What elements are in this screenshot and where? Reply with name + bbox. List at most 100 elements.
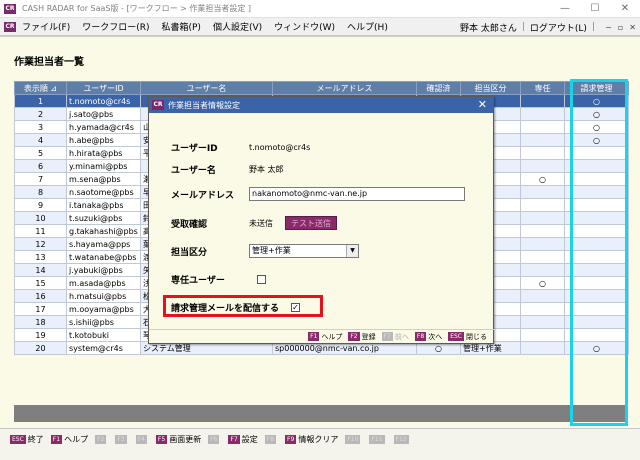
cell-dedicated — [520, 224, 565, 238]
maximize-icon[interactable]: ☐ — [580, 0, 610, 18]
confirm-row: 受取確認 未送信 テスト送信 — [171, 216, 337, 230]
status-key-f5[interactable]: F5 画面更新 — [155, 434, 201, 445]
user-id-row: ユーザーID t.nomoto@cr4s — [171, 141, 310, 154]
col-user-name[interactable]: ユーザー名 — [140, 81, 273, 95]
window-titlebar: CR CASH RADAR for SaaS版 - [ワークフロー > 作業担当… — [0, 0, 640, 18]
cell-user-id: t.watanabe@pbs — [66, 250, 141, 264]
separator: | — [591, 22, 595, 32]
menu-bar: CR ファイル(F) ワークフロー(R) 私書箱(P) 個人設定(V) ウィンド… — [0, 18, 640, 36]
menu-mailbox[interactable]: 私書箱(P) — [161, 20, 200, 33]
function-key-badge: F1 — [50, 435, 63, 444]
menu-file[interactable]: ファイル(F) — [22, 20, 70, 33]
menu-help[interactable]: ヘルプ(H) — [347, 20, 388, 33]
function-key-label: 前へ — [394, 332, 409, 341]
status-key-f12: F12 — [393, 435, 411, 444]
email-label: メールアドレス — [171, 190, 235, 201]
user-name-value: 野本 太郎 — [249, 165, 284, 174]
cell-order: 14 — [14, 263, 67, 277]
cell-order: 17 — [14, 302, 67, 316]
cell-order: 12 — [14, 237, 67, 251]
col-email[interactable]: メールアドレス — [272, 81, 417, 95]
col-role[interactable]: 担当区分 — [460, 81, 521, 95]
cell-user-id: m.sena@pbs — [66, 172, 141, 186]
chevron-down-icon[interactable]: ▼ — [346, 245, 358, 257]
function-key-label: 終了 — [27, 435, 44, 444]
dialog-key-f2[interactable]: F2 登録 — [348, 332, 376, 342]
menu-window[interactable]: ウィンドウ(W) — [274, 20, 335, 33]
mdi-close-icon[interactable]: ✕ — [629, 23, 636, 32]
mdi-restore-icon[interactable]: ▫ — [618, 23, 623, 32]
status-key-f7[interactable]: F7 設定 — [228, 434, 258, 445]
col-user-id[interactable]: ユーザーID — [66, 81, 141, 95]
cell-order: 3 — [14, 120, 67, 134]
role-select[interactable]: 管理+作業 ▼ — [249, 244, 359, 258]
cell-order: 8 — [14, 185, 67, 199]
minimize-icon[interactable]: — — [550, 0, 580, 18]
function-key-label: 設定 — [241, 435, 258, 444]
billing-column-highlight — [570, 79, 628, 426]
cell-order: 16 — [14, 289, 67, 303]
logout-link[interactable]: ログアウト(L) — [530, 21, 587, 34]
cell-dedicated — [520, 302, 565, 316]
col-dedicated[interactable]: 専任 — [520, 81, 565, 95]
confirm-status: 未送信 — [249, 218, 273, 228]
dedicated-checkbox[interactable] — [257, 275, 266, 284]
function-key-label: 閉じる — [466, 332, 487, 341]
cell-order: 15 — [14, 276, 67, 290]
cell-user-id: t.kotobuki — [66, 328, 141, 342]
dialog-key-f8[interactable]: F8 次へ — [414, 332, 442, 342]
dialog-key-f1[interactable]: F1 ヘルプ — [308, 332, 342, 342]
app-menu-icon[interactable]: CR — [4, 21, 16, 32]
function-key-badge: F5 — [155, 435, 168, 444]
menu-personal-settings[interactable]: 個人設定(V) — [213, 20, 262, 33]
cell-user-id: t.suzuki@pbs — [66, 211, 141, 225]
test-send-button[interactable]: テスト送信 — [285, 216, 337, 230]
cell-dedicated: ○ — [520, 172, 565, 186]
function-key-label: 情報クリア — [298, 435, 339, 444]
dialog-key-f7: F7 前へ — [381, 332, 409, 342]
status-key-f9[interactable]: F9 情報クリア — [285, 434, 338, 445]
status-key-f1[interactable]: F1 ヘルプ — [50, 434, 89, 445]
email-field[interactable]: nakanomoto@nmc-van.ne.jp — [249, 187, 465, 201]
cell-order: 4 — [14, 133, 67, 147]
table-empty-area — [14, 405, 628, 422]
cell-user-id: system@cr4s — [66, 341, 141, 355]
dialog-title: 作業担当者情報設定 — [168, 100, 240, 110]
cell-user-id: m.ooyama@pbs — [66, 302, 141, 316]
function-key-badge: F4 — [135, 435, 147, 444]
function-key-badge: F1 — [308, 332, 320, 341]
function-key-label: ヘルプ — [64, 435, 89, 444]
cell-user-id: g.takahashi@pbs — [66, 224, 141, 238]
cell-user-id: n.saotome@pbs — [66, 185, 141, 199]
status-key-esc[interactable]: ESC 終了 — [10, 434, 44, 445]
cell-dedicated — [520, 120, 565, 134]
cell-order: 6 — [14, 159, 67, 173]
cell-dedicated — [520, 263, 565, 277]
cell-dedicated — [520, 133, 565, 147]
cell-dedicated — [520, 341, 565, 355]
status-key-f10: F10 — [345, 435, 362, 444]
function-key-bar: ESC 終了 F1 ヘルプ F2 F3 F4 F5 画面更新 F6 F7 設定 F8 F9 情報クリア F10… — [0, 428, 640, 460]
col-confirmed[interactable]: 確認済 — [416, 81, 461, 95]
menu-workflow[interactable]: ワークフロー(R) — [82, 20, 149, 33]
function-key-badge: F7 — [381, 332, 393, 341]
cell-order: 19 — [14, 328, 67, 342]
role-row: 担当区分 管理+作業 ▼ — [171, 244, 359, 258]
close-icon[interactable]: ✕ — [610, 0, 640, 18]
cell-user-id: h.yamada@cr4s — [66, 120, 141, 134]
col-order[interactable]: 表示順 ⊿ — [14, 81, 67, 95]
cell-order: 20 — [14, 341, 67, 355]
cell-dedicated — [520, 237, 565, 251]
mdi-minimize-icon[interactable]: − — [605, 23, 612, 32]
cell-order: 7 — [14, 172, 67, 186]
dialog-close-icon[interactable]: ✕ — [478, 98, 487, 111]
function-key-badge: ESC — [10, 435, 26, 444]
dialog-key-esc[interactable]: ESC 閉じる — [448, 332, 487, 342]
function-key-badge: F8 — [414, 332, 427, 341]
dedicated-row: 専任ユーザー — [171, 273, 266, 286]
cell-order: 10 — [14, 211, 67, 225]
user-settings-dialog: CR 作業担当者情報設定 ✕ ユーザーID t.nomoto@cr4s ユーザー… — [148, 96, 495, 344]
separator: | — [521, 22, 525, 32]
cell-user-id: j.sato@pbs — [66, 107, 141, 121]
dialog-titlebar: CR 作業担当者情報設定 ✕ — [149, 97, 493, 113]
